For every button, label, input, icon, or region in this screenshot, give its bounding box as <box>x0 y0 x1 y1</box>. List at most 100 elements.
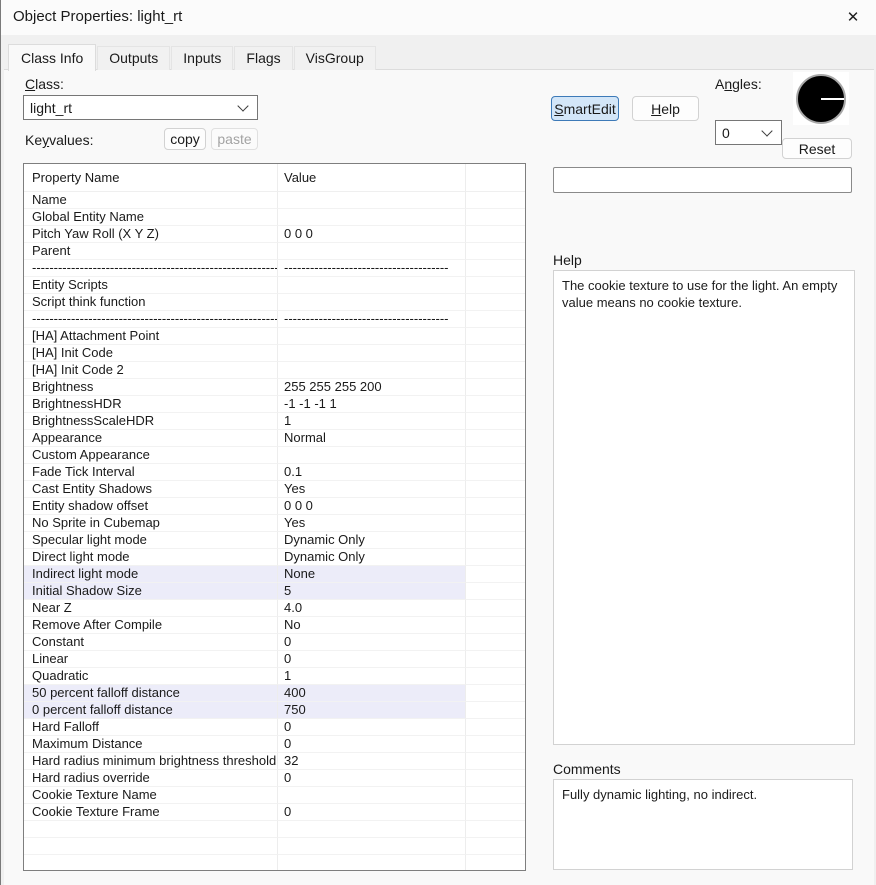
angle-indicator[interactable] <box>793 72 849 125</box>
table-row[interactable] <box>24 838 525 855</box>
property-name-cell: Fade Tick Interval <box>24 464 278 481</box>
property-value-cell: 0 <box>278 634 466 651</box>
value-edit-input[interactable] <box>553 167 852 193</box>
table-row[interactable]: Constant0 <box>24 634 525 651</box>
title-bar: Object Properties: light_rt ✕ <box>1 0 876 35</box>
help-button[interactable]: Help <box>632 96 699 121</box>
property-name-cell: Cookie Texture Name <box>24 787 278 804</box>
class-dropdown[interactable]: light_rt <box>23 95 258 120</box>
property-extra-cell <box>466 532 525 549</box>
table-row[interactable]: Parent <box>24 243 525 260</box>
property-extra-cell <box>466 481 525 498</box>
reset-button[interactable]: Reset <box>782 138 852 159</box>
close-icon[interactable]: ✕ <box>841 6 865 30</box>
tab-bar: Class InfoOutputsInputsFlagsVisGroup <box>8 45 377 70</box>
property-value-cell: -------------------------------------- <box>278 260 466 277</box>
object-properties-dialog: Object Properties: light_rt ✕ Class Info… <box>0 0 876 885</box>
property-extra-cell <box>466 192 525 209</box>
property-value-cell <box>278 243 466 260</box>
property-value-cell: No <box>278 617 466 634</box>
property-value-cell <box>278 787 466 804</box>
table-row[interactable]: Linear0 <box>24 651 525 668</box>
table-row[interactable]: Fade Tick Interval0.1 <box>24 464 525 481</box>
property-extra-cell <box>466 634 525 651</box>
table-row[interactable]: Indirect light modeNone <box>24 566 525 583</box>
property-name-cell: Name <box>24 192 278 209</box>
table-row[interactable]: Hard radius minimum brightness threshold… <box>24 753 525 770</box>
table-row[interactable]: Script think function <box>24 294 525 311</box>
table-row[interactable]: No Sprite in CubemapYes <box>24 515 525 532</box>
tab-visgroup[interactable]: VisGroup <box>294 46 376 70</box>
table-row[interactable]: AppearanceNormal <box>24 430 525 447</box>
property-name-cell: Initial Shadow Size <box>24 583 278 600</box>
property-value-cell <box>278 277 466 294</box>
paste-button[interactable]: paste <box>211 128 258 150</box>
header-extra <box>466 164 525 192</box>
table-row[interactable]: Hard Falloff0 <box>24 719 525 736</box>
table-row[interactable]: Quadratic1 <box>24 668 525 685</box>
table-row[interactable]: [HA] Init Code <box>24 345 525 362</box>
table-row[interactable]: BrightnessScaleHDR1 <box>24 413 525 430</box>
angle-direction-line <box>821 98 844 100</box>
table-row[interactable]: [HA] Attachment Point <box>24 328 525 345</box>
table-row[interactable]: Brightness255 255 255 200 <box>24 379 525 396</box>
table-row[interactable]: Direct light modeDynamic Only <box>24 549 525 566</box>
copy-button[interactable]: copy <box>164 128 206 150</box>
table-row[interactable]: Cookie Texture Frame0 <box>24 804 525 821</box>
angles-dropdown[interactable]: 0 <box>715 120 782 145</box>
property-extra-cell <box>466 838 525 855</box>
property-value-cell: None <box>278 566 466 583</box>
table-row[interactable]: Pitch Yaw Roll (X Y Z)0 0 0 <box>24 226 525 243</box>
property-value-cell: 1 <box>278 668 466 685</box>
table-row[interactable]: BrightnessHDR-1 -1 -1 1 <box>24 396 525 413</box>
table-row[interactable]: 50 percent falloff distance400 <box>24 685 525 702</box>
property-value-cell: 5 <box>278 583 466 600</box>
property-value-cell <box>278 209 466 226</box>
table-row[interactable]: Remove After CompileNo <box>24 617 525 634</box>
property-extra-cell <box>466 736 525 753</box>
property-value-cell: 400 <box>278 685 466 702</box>
property-extra-cell <box>466 702 525 719</box>
property-extra-cell <box>466 668 525 685</box>
property-extra-cell <box>466 719 525 736</box>
help-text-box: The cookie texture to use for the light.… <box>553 270 855 745</box>
property-value-cell: Dynamic Only <box>278 549 466 566</box>
property-extra-cell <box>466 753 525 770</box>
property-extra-cell <box>466 243 525 260</box>
smartedit-button[interactable]: SmartEdit <box>551 96 619 121</box>
property-name-cell: Direct light mode <box>24 549 278 566</box>
table-row[interactable]: Entity Scripts <box>24 277 525 294</box>
tab-outputs[interactable]: Outputs <box>97 46 170 70</box>
tab-class-info[interactable]: Class Info <box>8 44 96 71</box>
property-name-cell <box>24 855 278 871</box>
separator-row[interactable]: ----------------------------------------… <box>24 260 525 277</box>
table-row[interactable]: Cast Entity ShadowsYes <box>24 481 525 498</box>
property-name-cell: [HA] Attachment Point <box>24 328 278 345</box>
tab-flags[interactable]: Flags <box>234 46 292 70</box>
table-row[interactable]: Near Z4.0 <box>24 600 525 617</box>
table-row[interactable]: Hard radius override0 <box>24 770 525 787</box>
property-name-cell: Pitch Yaw Roll (X Y Z) <box>24 226 278 243</box>
property-value-cell: 0 <box>278 804 466 821</box>
table-row[interactable]: Specular light modeDynamic Only <box>24 532 525 549</box>
comments-textarea[interactable]: Fully dynamic lighting, no indirect. <box>553 779 853 870</box>
table-row[interactable]: Custom Appearance <box>24 447 525 464</box>
table-row[interactable]: Cookie Texture Name <box>24 787 525 804</box>
separator-row[interactable]: ----------------------------------------… <box>24 311 525 328</box>
table-row[interactable]: Maximum Distance0 <box>24 736 525 753</box>
table-row[interactable] <box>24 855 525 871</box>
property-extra-cell <box>466 345 525 362</box>
table-row[interactable]: Entity shadow offset0 0 0 <box>24 498 525 515</box>
property-value-cell: Yes <box>278 515 466 532</box>
property-value-cell: 0.1 <box>278 464 466 481</box>
tab-inputs[interactable]: Inputs <box>171 46 233 70</box>
table-row[interactable]: Initial Shadow Size5 <box>24 583 525 600</box>
table-row[interactable]: Global Entity Name <box>24 209 525 226</box>
table-row[interactable]: 0 percent falloff distance750 <box>24 702 525 719</box>
property-name-cell: Hard Falloff <box>24 719 278 736</box>
table-row[interactable] <box>24 821 525 838</box>
table-row[interactable]: Name <box>24 192 525 209</box>
keyvalues-label: Keyvalues: <box>25 132 93 148</box>
class-dropdown-value: light_rt <box>30 100 72 116</box>
table-row[interactable]: [HA] Init Code 2 <box>24 362 525 379</box>
